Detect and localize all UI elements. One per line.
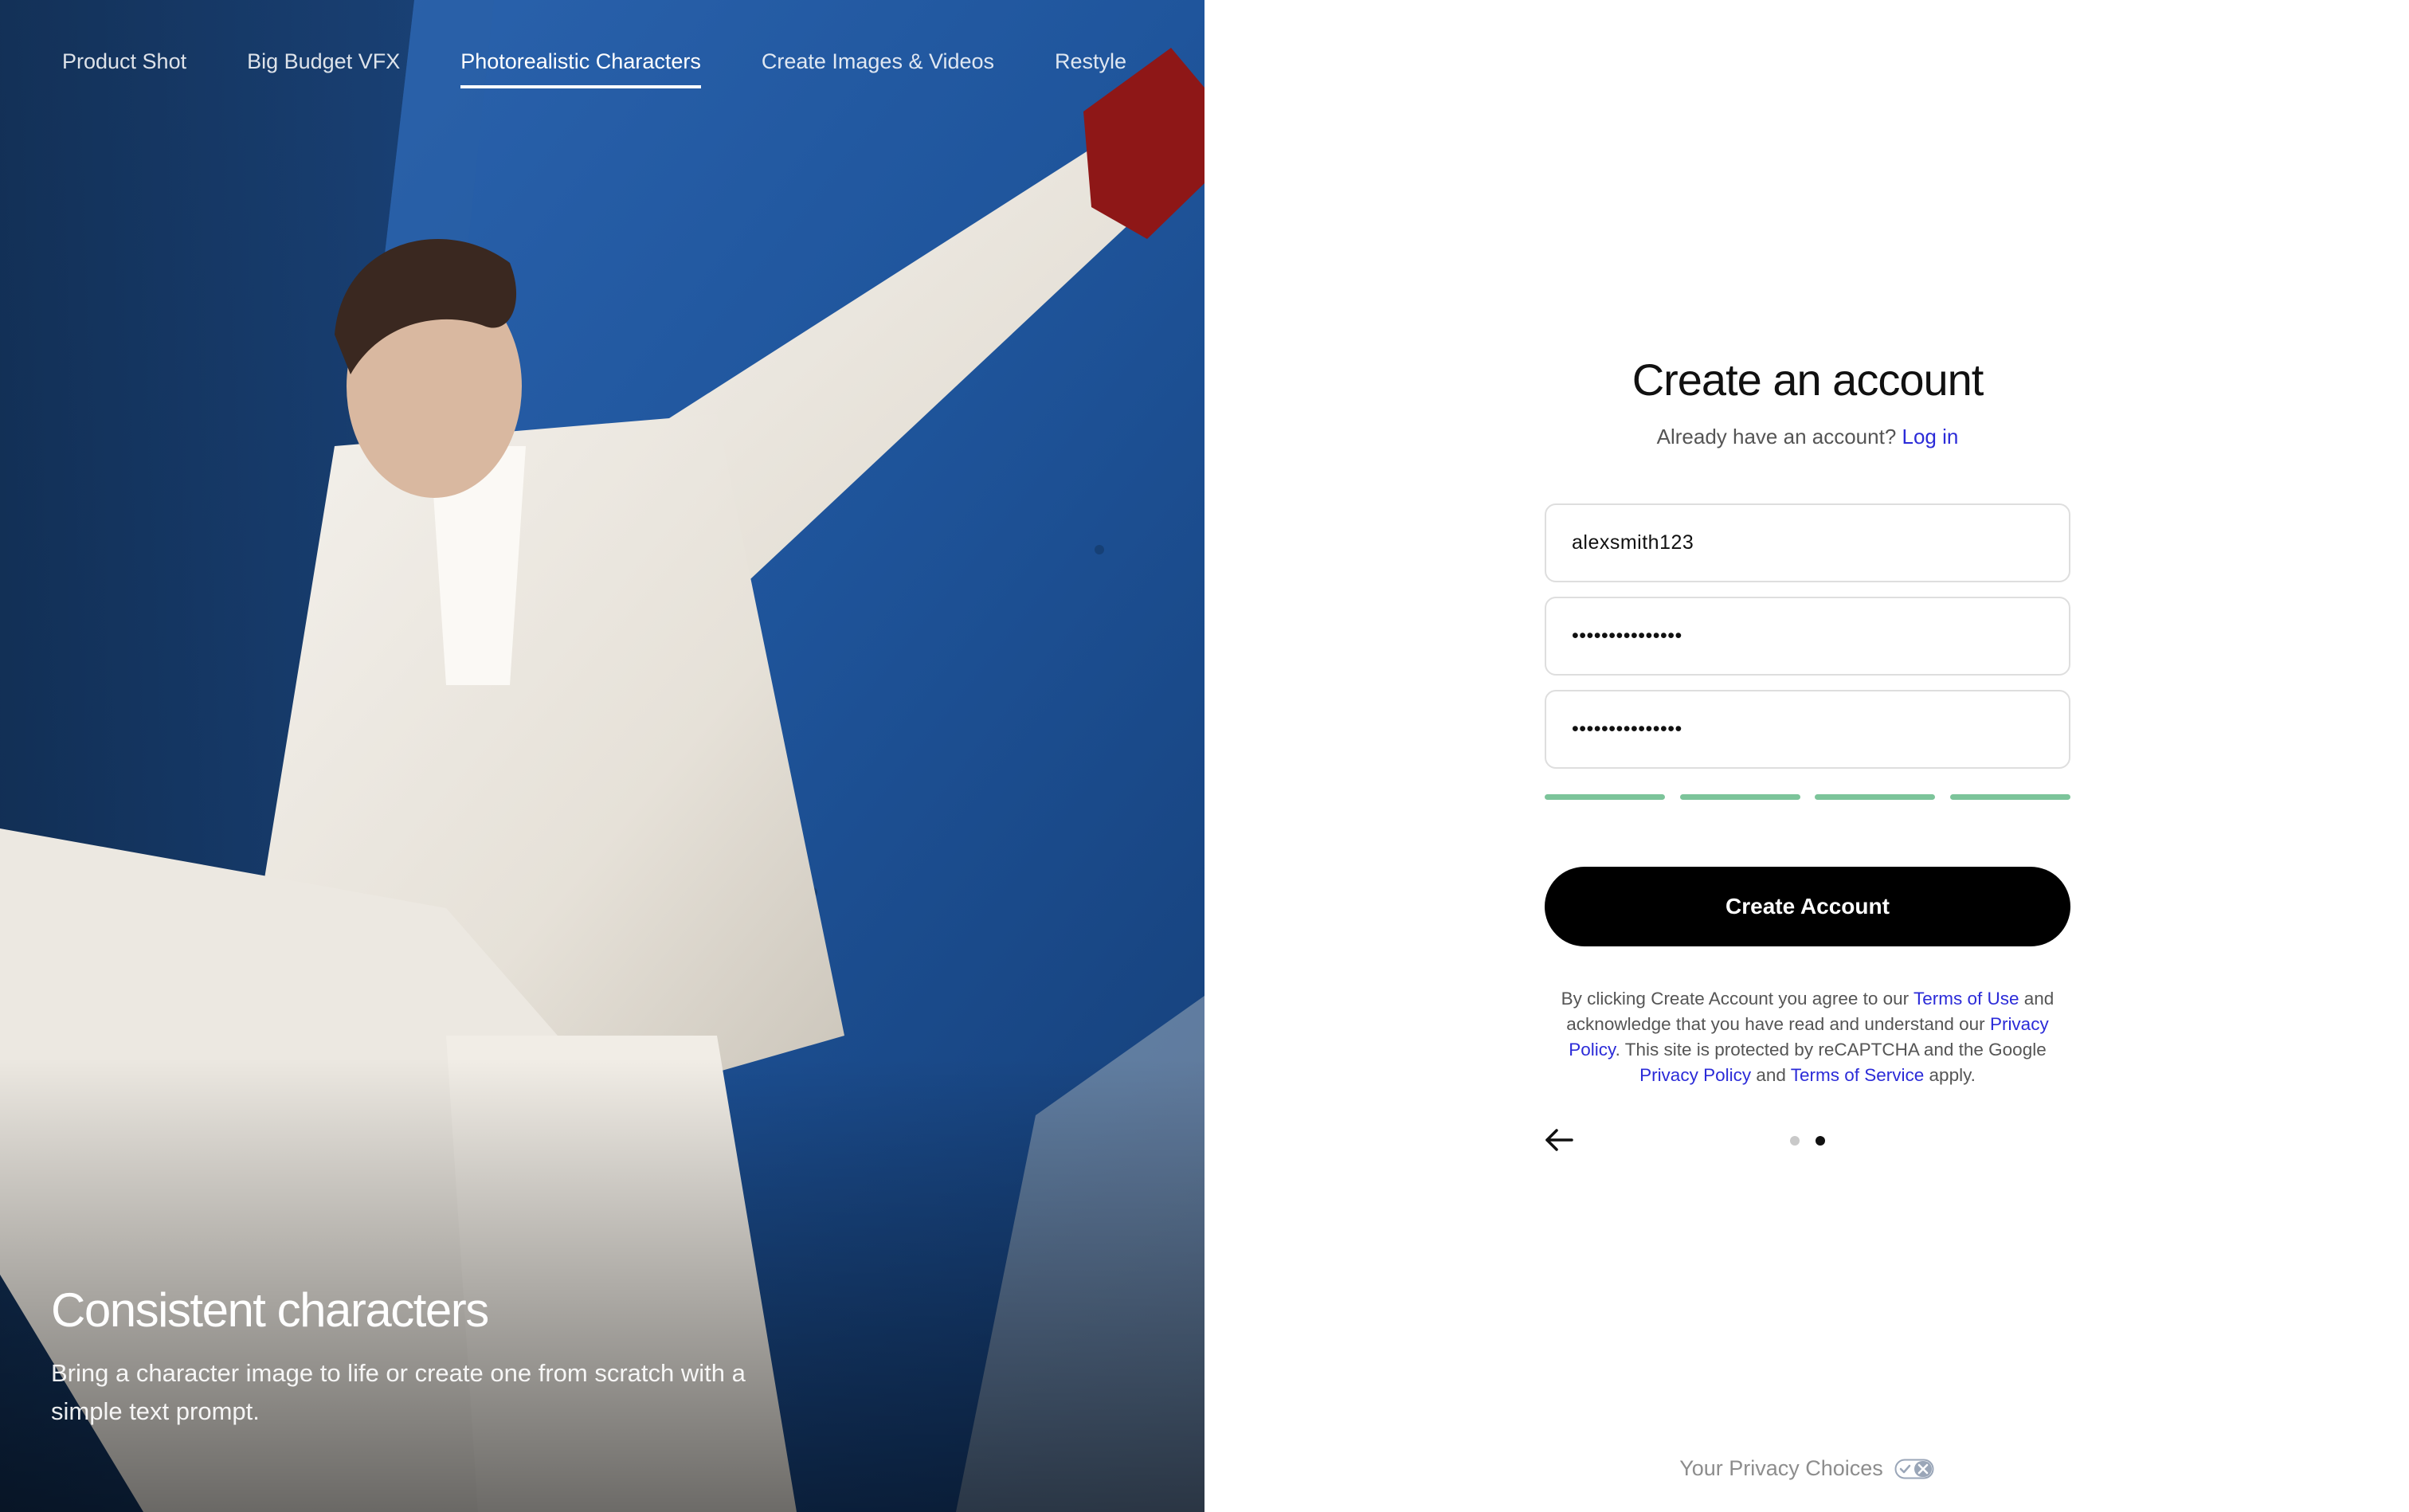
legal-middle-3: and	[1751, 1064, 1791, 1085]
login-prompt-line: Already have an account? Log in	[1545, 425, 2070, 449]
password-input[interactable]	[1572, 625, 2043, 648]
tab-product-shot[interactable]: Product Shot	[62, 49, 186, 88]
hero-tab-nav: Product Shot Big Budget VFX Photorealist…	[62, 49, 1126, 88]
create-account-button[interactable]: Create Account	[1545, 867, 2070, 946]
input-fields	[1545, 503, 2070, 769]
legal-notice: By clicking Create Account you agree to …	[1545, 986, 2070, 1088]
strength-segment	[1679, 794, 1800, 800]
hero-description: Bring a character image to life or creat…	[51, 1359, 746, 1426]
step-dot-2[interactable]	[1816, 1135, 1825, 1146]
confirm-password-input[interactable]	[1572, 718, 2043, 741]
tab-create-images-videos[interactable]: Create Images & Videos	[762, 49, 994, 88]
tab-restyle[interactable]: Restyle	[1055, 49, 1126, 88]
password-field-box	[1545, 597, 2070, 676]
legal-prefix: By clicking Create Account you agree to …	[1561, 989, 1913, 1009]
hero-title: Consistent characters	[51, 1283, 489, 1337]
strength-segment	[1815, 794, 1936, 800]
login-prompt-text: Already have an account?	[1656, 425, 1897, 449]
step-indicator	[1790, 1135, 1825, 1146]
hero-panel: Product Shot Big Budget VFX Photorealist…	[0, 0, 1204, 1512]
strength-segment	[1545, 794, 1665, 800]
tab-photorealistic-characters[interactable]: Photorealistic Characters	[460, 49, 701, 88]
tab-big-budget-vfx[interactable]: Big Budget VFX	[247, 49, 400, 88]
username-input[interactable]	[1572, 531, 2043, 554]
legal-middle-2: . This site is protected by reCAPTCHA an…	[1615, 1039, 2047, 1060]
back-arrow-icon[interactable]	[1545, 1128, 1573, 1152]
password-strength-meter	[1545, 794, 2070, 800]
privacy-toggle-icon	[1894, 1459, 1934, 1479]
confirm-password-field-box	[1545, 690, 2070, 769]
signup-panel: Create an account Already have an accoun…	[1204, 0, 2409, 1512]
privacy-choices-label: Your Privacy Choices	[1679, 1456, 1883, 1480]
google-terms-of-service-link[interactable]: Terms of Service	[1791, 1065, 1925, 1085]
legal-suffix: apply.	[1924, 1064, 1976, 1085]
page-title: Create an account	[1631, 354, 1984, 405]
terms-of-use-link[interactable]: Terms of Use	[1913, 989, 2019, 1009]
strength-segment	[1949, 794, 2070, 800]
privacy-choices-link[interactable]: Your Privacy Choices	[1204, 1456, 2409, 1481]
username-field-box	[1545, 503, 2070, 582]
pager-row	[1545, 1125, 2070, 1157]
hero-caption: Consistent characters Bring a character …	[51, 1284, 816, 1431]
signup-form: Create an account Already have an accoun…	[1545, 354, 2070, 1157]
login-link[interactable]: Log in	[1902, 425, 1959, 449]
google-privacy-policy-link[interactable]: Privacy Policy	[1639, 1065, 1751, 1085]
step-dot-1[interactable]	[1790, 1135, 1800, 1146]
